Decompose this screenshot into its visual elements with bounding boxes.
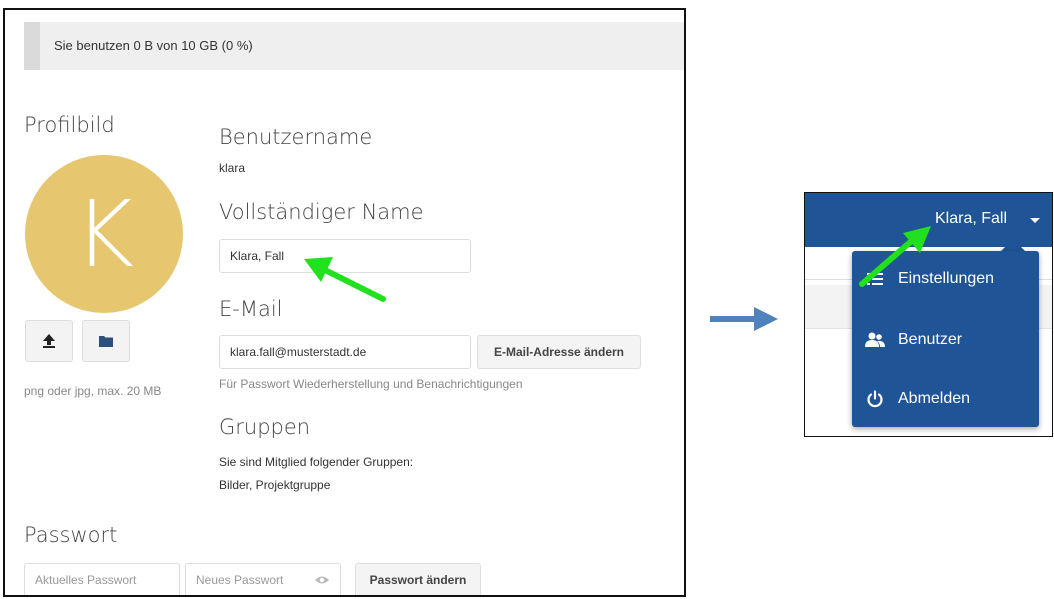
user-menu-panel: Klara, Fall Einstellungen Benutzer Abmel… bbox=[804, 192, 1053, 437]
highlight-arrow-icon bbox=[859, 226, 931, 287]
settings-page-panel: Sie benutzen 0 B von 10 GB (0 %) Profilb… bbox=[3, 8, 686, 597]
highlight-arrow-icon bbox=[304, 257, 386, 302]
transition-arrow-icon bbox=[710, 307, 778, 331]
